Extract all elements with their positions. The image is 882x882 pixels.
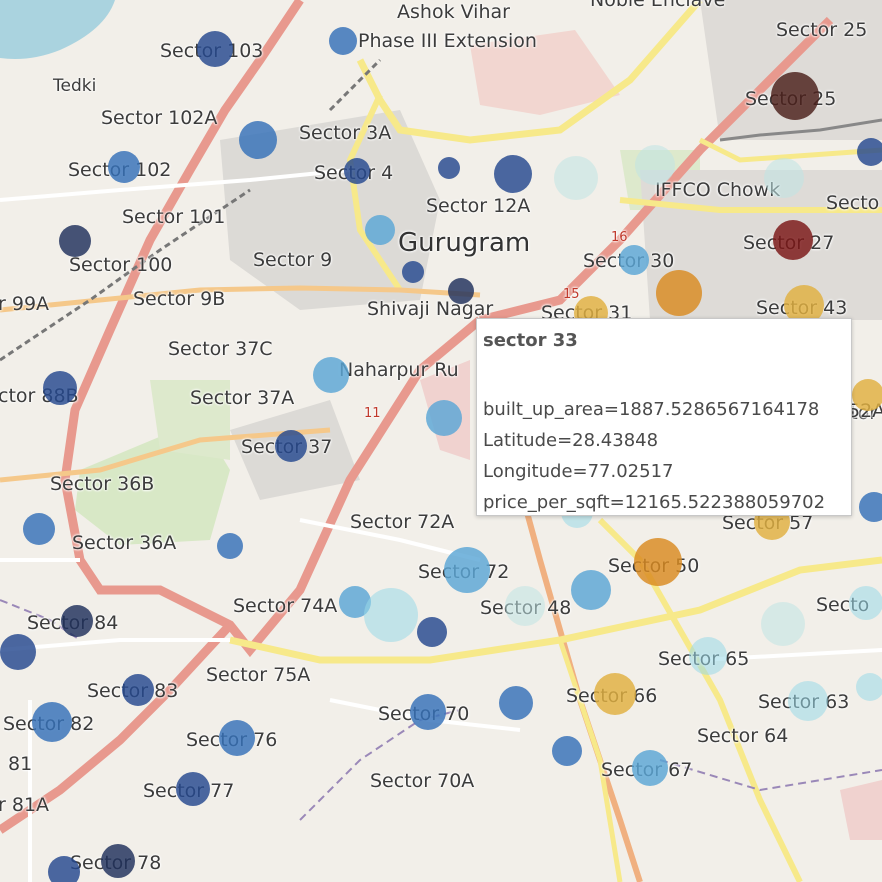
sector-bubble[interactable] xyxy=(852,379,882,411)
sector-bubble[interactable] xyxy=(0,634,36,670)
hover-tooltip: sector 33 built_up_area=1887.52865671641… xyxy=(476,318,852,516)
sector-bubble[interactable] xyxy=(364,588,418,642)
sector-bubble[interactable] xyxy=(554,156,598,200)
sector-bubble[interactable] xyxy=(857,138,882,166)
sector-bubble[interactable] xyxy=(689,637,727,675)
sector-bubble[interactable] xyxy=(448,278,474,304)
sector-bubble[interactable] xyxy=(505,586,545,626)
sector-bubble[interactable] xyxy=(410,694,446,730)
sector-bubble[interactable] xyxy=(438,157,460,179)
sector-bubble[interactable] xyxy=(594,673,636,715)
sector-bubble[interactable] xyxy=(761,602,805,646)
sector-bubble[interactable] xyxy=(43,371,77,405)
sector-bubble[interactable] xyxy=(108,151,140,183)
sector-bubble[interactable] xyxy=(426,400,462,436)
sector-bubble[interactable] xyxy=(313,357,349,393)
sector-bubble[interactable] xyxy=(788,681,828,721)
sector-bubble[interactable] xyxy=(329,27,357,55)
sector-bubble[interactable] xyxy=(632,750,668,786)
sector-bubble[interactable] xyxy=(634,538,682,586)
sector-bubble[interactable] xyxy=(61,605,93,637)
sector-bubble[interactable] xyxy=(773,220,813,260)
sector-bubble[interactable] xyxy=(48,856,80,882)
sector-bubble[interactable] xyxy=(122,674,154,706)
sector-bubble[interactable] xyxy=(619,245,649,275)
sector-bubble[interactable] xyxy=(764,158,804,198)
sector-bubble[interactable] xyxy=(365,215,395,245)
sector-bubble[interactable] xyxy=(275,430,307,462)
sector-bubble[interactable] xyxy=(217,533,243,559)
sector-bubble[interactable] xyxy=(101,844,135,878)
tooltip-row: Longitude=77.02517 xyxy=(483,461,674,482)
sector-bubble[interactable] xyxy=(219,720,255,756)
sector-bubble[interactable] xyxy=(771,72,819,120)
sector-bubble[interactable] xyxy=(635,145,675,185)
sector-bubble[interactable] xyxy=(849,586,882,620)
tooltip-row: built_up_area=1887.5286567164178 xyxy=(483,399,820,420)
sector-bubble[interactable] xyxy=(552,736,582,766)
sector-bubble[interactable] xyxy=(494,155,532,193)
sector-bubble[interactable] xyxy=(197,31,233,67)
sector-bubble[interactable] xyxy=(856,673,882,701)
map-view[interactable]: Ashok Vihar Noble Enclave Phase III Exte… xyxy=(0,0,882,882)
sector-bubble[interactable] xyxy=(402,261,424,283)
sector-bubble[interactable] xyxy=(176,772,210,806)
sector-bubble[interactable] xyxy=(32,702,72,742)
sector-bubble[interactable] xyxy=(59,225,91,257)
tooltip-row: Latitude=28.43848 xyxy=(483,430,659,451)
sector-bubble[interactable] xyxy=(444,547,490,593)
tooltip-row: price_per_sqft=12165.522388059702 xyxy=(483,492,826,513)
sector-bubble[interactable] xyxy=(859,492,882,522)
sector-bubble[interactable] xyxy=(344,158,370,184)
sector-bubble[interactable] xyxy=(571,570,611,610)
sector-bubble[interactable] xyxy=(239,121,277,159)
sector-bubble[interactable] xyxy=(499,686,533,720)
sector-bubble[interactable] xyxy=(417,617,447,647)
sector-bubble[interactable] xyxy=(656,270,702,316)
tooltip-title: sector 33 xyxy=(483,330,578,351)
sector-bubble[interactable] xyxy=(23,513,55,545)
